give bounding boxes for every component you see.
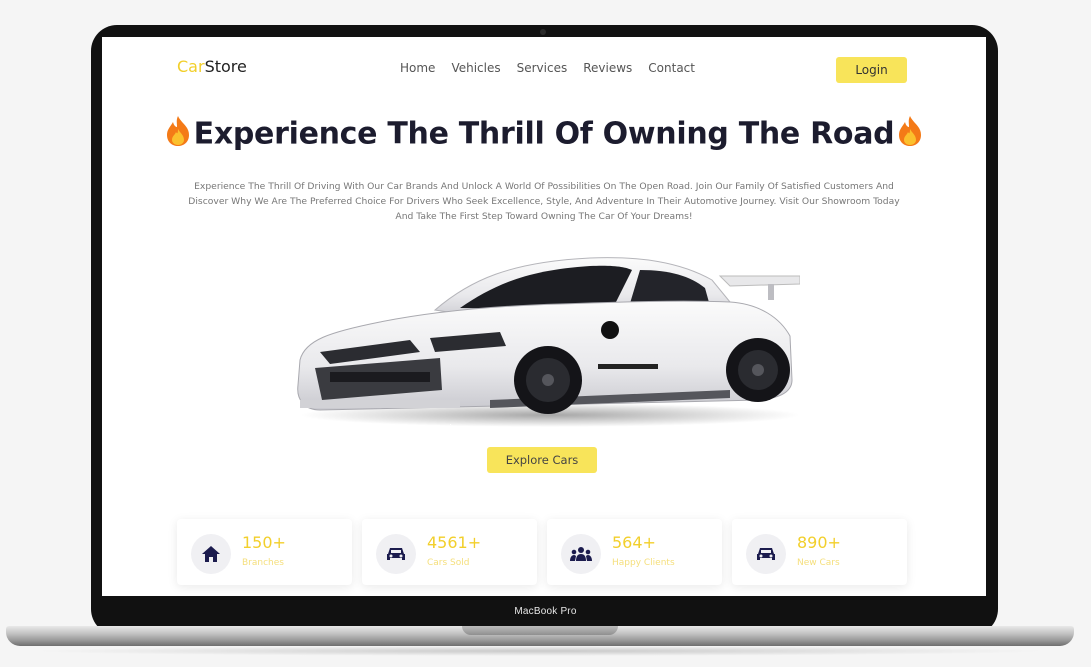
stat-value: 890+	[797, 533, 841, 552]
laptop-camera	[540, 29, 546, 35]
home-icon	[191, 534, 231, 574]
stat-card-cars-sold: 4561+ Cars Sold	[362, 519, 537, 585]
main-nav: Home Vehicles Services Reviews Contact	[400, 61, 711, 75]
stat-value: 150+	[242, 533, 286, 552]
car-icon	[376, 534, 416, 574]
fire-icon	[896, 115, 924, 155]
car-icon	[746, 534, 786, 574]
stat-card-new-cars: 890+ New Cars	[732, 519, 907, 585]
laptop-notch	[462, 626, 618, 635]
nav-reviews[interactable]: Reviews	[583, 61, 632, 75]
fire-icon	[164, 115, 192, 155]
nav-contact[interactable]: Contact	[648, 61, 695, 75]
stat-card-branches: 150+ Branches	[177, 519, 352, 585]
nav-home[interactable]: Home	[400, 61, 435, 75]
users-icon	[561, 534, 601, 574]
nav-vehicles[interactable]: Vehicles	[451, 61, 500, 75]
brand-logo-part1: Car	[177, 57, 205, 76]
stat-label: New Cars	[797, 558, 840, 568]
device-label: MacBook Pro	[514, 606, 577, 617]
brand-logo[interactable]: CarStore	[177, 57, 247, 76]
explore-cars-button[interactable]: Explore Cars	[487, 447, 597, 473]
nav-services[interactable]: Services	[517, 61, 568, 75]
hero-title-text: Experience The Thrill Of Owning The Road	[193, 116, 895, 152]
stat-label: Happy Clients	[612, 558, 675, 568]
login-button[interactable]: Login	[836, 57, 907, 83]
hero-title: Experience The Thrill Of Owning The Road	[102, 115, 986, 155]
website-screen: CarStore Home Vehicles Services Reviews …	[102, 37, 986, 596]
car-image	[297, 257, 800, 427]
stat-card-happy-clients: 564+ Happy Clients	[547, 519, 722, 585]
hero-description: Experience The Thrill Of Driving With Ou…	[188, 181, 900, 222]
stat-value: 4561+	[427, 533, 482, 552]
laptop-shadow	[30, 646, 1050, 656]
stat-value: 564+	[612, 533, 656, 552]
stat-label: Cars Sold	[427, 558, 470, 568]
brand-logo-part2: Store	[204, 57, 247, 76]
stat-label: Branches	[242, 558, 284, 568]
